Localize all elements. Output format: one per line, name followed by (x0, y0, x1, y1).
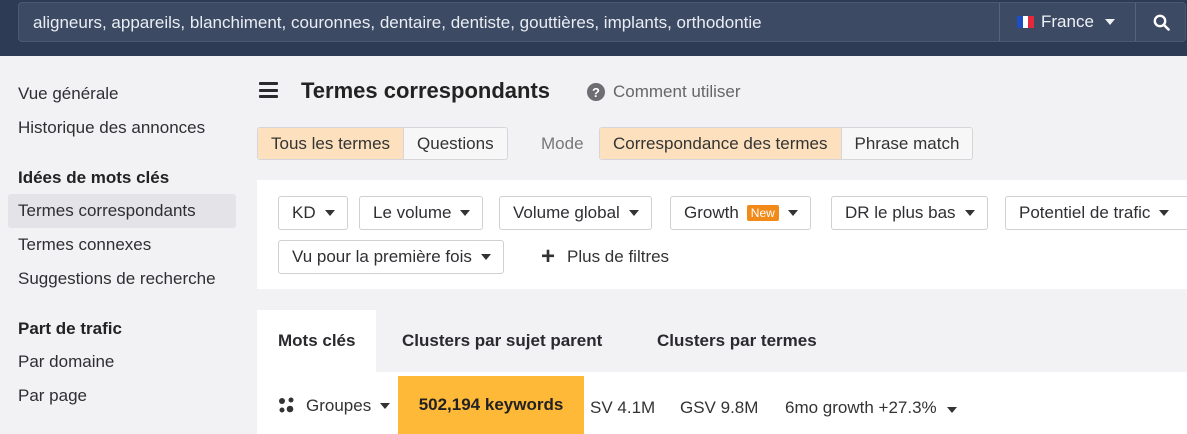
how-to-use-label: Comment utiliser (613, 82, 741, 101)
results-summary: Groupes 502,194 keywords SV 4.1M GSV 9.8… (257, 372, 1187, 434)
filter-kd-label: KD (292, 203, 316, 222)
sidebar-item-by-domain[interactable]: Par domaine (8, 345, 236, 379)
sidebar-item-ads-history[interactable]: Historique des annonces (8, 111, 236, 145)
sidebar-item-related-terms[interactable]: Termes connexes (8, 228, 236, 262)
more-filters-button[interactable]: + Plus de filtres (541, 245, 669, 269)
search-button[interactable] (1135, 3, 1187, 41)
chevron-down-icon (380, 403, 391, 409)
results-tabs: Mots clés Clusters par sujet parent Clus… (257, 310, 1187, 372)
plus-icon: + (541, 243, 556, 270)
filter-global-volume-label: Volume global (513, 203, 620, 222)
page-title: Termes correspondants (301, 78, 551, 103)
filter-growth-label: Growth (684, 203, 739, 222)
sidebar-section-keyword-ideas: Idées de mots clés (18, 168, 170, 187)
country-select[interactable]: France (999, 3, 1134, 41)
sidebar-item-matching-terms[interactable]: Termes correspondants (8, 194, 236, 228)
mode-toggle: Correspondance des termes Phrase match (599, 127, 974, 160)
global-search-volume: GSV 9.8M (680, 398, 759, 417)
more-filters-label: Plus de filtres (567, 247, 670, 266)
search-box[interactable]: aligneurs, appareils, blanchiment, couro… (18, 2, 1186, 42)
chevron-down-icon (1159, 210, 1170, 216)
filter-growth[interactable]: Growth New (670, 196, 811, 230)
menu-icon[interactable] (259, 82, 278, 98)
new-badge: New (746, 205, 779, 221)
filter-kd[interactable]: KD (278, 196, 348, 230)
groups-label: Groupes (306, 396, 372, 415)
groups-dropdown[interactable]: Groupes (277, 396, 391, 416)
filter-traffic-potential-label: Potentiel de trafic (1019, 203, 1151, 222)
chevron-down-icon (964, 210, 975, 216)
sidebar-item-search-suggestions[interactable]: Suggestions de recherche (8, 262, 236, 296)
filter-volume-label: Le volume (373, 203, 452, 222)
tab-keywords[interactable]: Mots clés (257, 310, 377, 372)
toggle-questions[interactable]: Questions (404, 128, 507, 159)
sidebar-section-traffic-share: Part de trafic (18, 319, 122, 338)
tab-parent-topic-clusters[interactable]: Clusters par sujet parent (402, 310, 602, 372)
chevron-down-icon (787, 210, 798, 216)
search-input[interactable]: aligneurs, appareils, blanchiment, couro… (33, 13, 762, 33)
top-bar: aligneurs, appareils, blanchiment, couro… (0, 0, 1187, 56)
france-flag-icon (1017, 16, 1035, 28)
filter-traffic-potential[interactable]: Potentiel de trafic (1005, 196, 1187, 230)
growth-summary: 6mo growth +27.3% (785, 398, 937, 417)
filter-lowest-dr[interactable]: DR le plus bas (831, 196, 988, 230)
sidebar: Vue générale Historique des annonces Idé… (0, 56, 245, 434)
chevron-down-icon (947, 407, 958, 413)
filter-volume[interactable]: Le volume (359, 196, 484, 230)
search-icon (1153, 14, 1170, 31)
filter-first-seen-label: Vu pour la première fois (292, 247, 472, 266)
filters-panel: KD Le volume Volume global Growth New DR… (257, 180, 1187, 289)
keywords-count: 502,194 keywords (398, 376, 584, 434)
search-volume: SV 4.1M (590, 398, 656, 417)
chevron-down-icon (1104, 19, 1115, 25)
chevron-down-icon (628, 210, 639, 216)
sidebar-item-overview[interactable]: Vue générale (8, 77, 236, 111)
filter-global-volume[interactable]: Volume global (499, 196, 652, 230)
chevron-down-icon (460, 210, 471, 216)
filter-first-seen[interactable]: Vu pour la première fois (278, 240, 504, 274)
cluster-icon (279, 397, 294, 413)
mode-phrase-match[interactable]: Phrase match (842, 128, 973, 159)
how-to-use-link[interactable]: ? Comment utiliser (587, 82, 741, 102)
sidebar-item-by-page[interactable]: Par page (8, 379, 236, 413)
terms-toggle: Tous les termes Questions (257, 127, 508, 160)
chevron-down-icon (324, 210, 335, 216)
toggle-all-terms[interactable]: Tous les termes (258, 128, 405, 159)
mode-label: Mode (541, 134, 584, 153)
filter-lowest-dr-label: DR le plus bas (845, 203, 956, 222)
mode-terms-match[interactable]: Correspondance des termes (600, 128, 842, 159)
growth-dropdown[interactable]: 6mo growth +27.3% (785, 398, 958, 418)
country-label: France (1041, 12, 1094, 31)
chevron-down-icon (480, 254, 491, 260)
question-icon: ? (587, 83, 605, 101)
tab-term-clusters[interactable]: Clusters par termes (657, 310, 817, 372)
